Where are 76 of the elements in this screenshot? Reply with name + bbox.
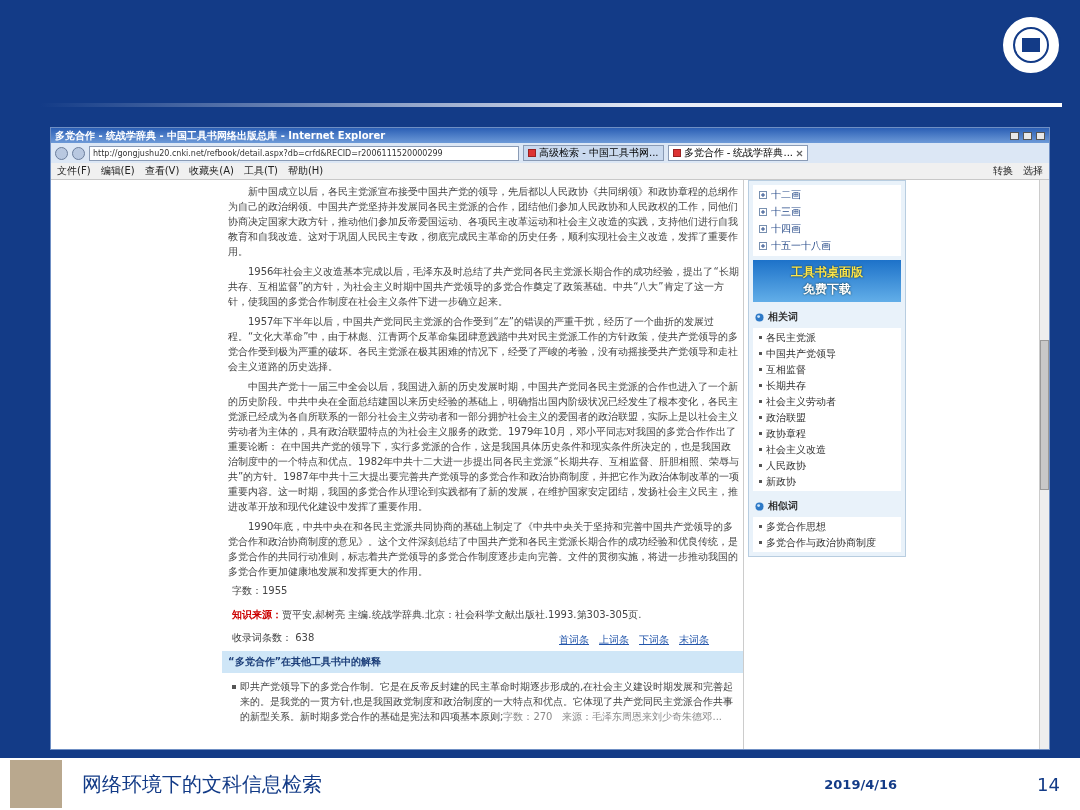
bullet-icon <box>759 368 762 371</box>
term-link[interactable]: 各民主党派 <box>766 331 816 344</box>
term-link[interactable]: 中国共产党领导 <box>766 347 836 360</box>
term-link[interactable]: 互相监督 <box>766 363 806 376</box>
term-link[interactable]: 社会主义劳动者 <box>766 395 836 408</box>
expand-icon[interactable] <box>759 191 767 199</box>
bullet-icon <box>759 464 762 467</box>
definition-text: 即共产党领导下的多党合作制。它是在反帝反封建的民主革命时期逐步形成的,在社会主义建设时期发展和完善起来的。是我党的一贯方针,也是我国政党制度和政治制度的一大特点和优点。它体现了共产党同民主党派合作共事的新型关系。新时期多党合作的基础是宪法和四项基本原则;字数：270 来源：毛泽东周恩来刘少奇朱德邓... <box>240 680 735 724</box>
bullet-icon <box>759 384 762 387</box>
browser-tab[interactable]: 多党合作 - 统战学辞典... <box>667 145 809 161</box>
tab-label: 多党合作 - 统战学辞典... <box>683 146 794 160</box>
bullet-icon <box>759 432 762 435</box>
stroke-item[interactable]: 十四画 <box>771 222 801 236</box>
stroke-item[interactable]: 十三画 <box>771 205 801 219</box>
source-line: 知识来源：贾平安,郝树亮 主编.统战学辞典.北京：社会科学文献出版社.1993.第303-305页. <box>232 608 643 622</box>
university-seal-logo <box>1000 14 1062 76</box>
nav-link[interactable]: 末词条 <box>679 634 709 645</box>
bullet-icon <box>759 480 762 483</box>
article-paragraph: 1956年社会主义改造基本完成以后，毛泽东及时总结了共产党同各民主党派长期合作的成功经验，提出了“长期共存、互相监督”的方针，为社会主义时期中国共产党领导的多党合作奠定了政策基础。中共“八大”肯定了这一方针，使我国的多党合作制度在社会主义条件下进一步确立起来。 <box>228 265 739 309</box>
nav-link[interactable]: 上词条 <box>599 634 629 645</box>
forward-icon[interactable] <box>72 146 85 160</box>
article-paragraph: 中国共产党十一届三中全会以后，我国进入新的历史发展时期，中国共产党同各民主党派的合作也进入了一个新的历史阶段。中共中央在全面总结建国以来历史经验的基础上，明确指出国内阶级状况已经发生了根本变化，各民主党派已经成为各自所联系的一部分社会主义劳动者和一部分拥护社会主义的爱国者的政治联盟，实际上是以社会主义劳动者为主体的，具有政治联盟特点的为社会主义服务的政党。1979年10月，邓小平同志对我国的多党合作作出了重要论断： 在中国共产党的领导下，实行多党派的合作，这是我国具体历史条件和现实条件所决定的，也是我国政治制度中的一个特点和优点。1982年中共十二大进一步提出同各民主党派“长期共存、互相监督、肝胆相照、荣辱与共”的方针。1987年中共十三大提出要完善共产党领导的多党合作和政治协商制度，并把它作为政治体制改革的一项重要内容。这一时期，我国的多党合作从理论到实践都有了新的发展，在维护国家安定团结，发扬社会主义民主，推进改革开放和现代化建设中发挥了重要作用。 <box>228 380 739 514</box>
stroke-item[interactable]: 十五一十八画 <box>771 239 831 253</box>
term-link[interactable]: 社会主义改造 <box>766 443 826 456</box>
term-link[interactable]: 多党合作与政治协商制度 <box>766 536 876 549</box>
section-header: “多党合作”在其他工具书中的解释 <box>222 651 743 673</box>
slide-title: 网络环境下的文科信息检索 <box>82 770 322 798</box>
scrollbar[interactable] <box>1039 180 1049 749</box>
bullet-icon <box>759 352 762 355</box>
expand-icon[interactable] <box>759 242 767 250</box>
bullet-icon <box>759 525 762 528</box>
term-link[interactable]: 新政协 <box>766 475 796 488</box>
expand-icon[interactable] <box>759 225 767 233</box>
menu-item[interactable]: 工具(T) <box>244 164 278 178</box>
browser-tab[interactable]: 高级检索 - 中国工具书网... <box>523 145 664 161</box>
menu-item[interactable]: 帮助(H) <box>287 164 324 178</box>
stroke-item[interactable]: 十二画 <box>771 188 801 202</box>
group-title: 相关词 <box>768 310 798 324</box>
nav-link[interactable]: 下词条 <box>639 634 669 645</box>
slide-date: 2019/4/16 <box>824 776 898 792</box>
page-icon <box>672 149 681 157</box>
bullet-icon <box>759 416 762 419</box>
page-icon <box>528 149 536 157</box>
entry-count: 收录词条数： 638 <box>232 630 315 645</box>
window-title: 多党合作 - 统战学辞典 - 中国工具书网络出版总库 - Internet Explorer <box>55 128 386 143</box>
photo-placeholder <box>10 760 62 808</box>
term-link[interactable]: 多党合作思想 <box>766 520 826 533</box>
menu-item[interactable]: 收藏夹(A) <box>189 164 234 178</box>
term-link[interactable]: 政治联盟 <box>766 411 806 424</box>
article-paragraph: 新中国成立以后，各民主党派宣布接受中国共产党的领导，先后都以人民政协《共同纲领》和政协章程的总纲作为自己的政治纲领。中国共产党坚持并发展同各民主党派的合作，团结他们参加人民政协和人民政权的工作，同他们协商决定国家大政方针，推动他们参加反帝爱国运动、各项民主改革运动和社会主义改造的实践，支持他们进行自我教育和自我改造。这对于巩固人民民主专政，彻底完成民主革命的历史任务，顺利实现社会主义改造，发挥了重要作用。 <box>228 185 739 259</box>
expand-icon[interactable] <box>759 208 767 216</box>
tab-label: 高级检索 - 中国工具书网... <box>539 146 659 160</box>
address-field[interactable]: http://gongjushu20.cnki.net/refbook/detail.aspx?db=crfd&RECID=r2006111520000299 <box>89 145 519 161</box>
bullet-icon <box>232 685 236 689</box>
globe-icon <box>755 501 764 511</box>
globe-icon <box>755 312 764 322</box>
toolbar-button[interactable]: 选择 <box>1023 164 1043 178</box>
word-count: 字数：1955 <box>232 584 289 598</box>
term-link[interactable]: 长期共存 <box>766 379 806 392</box>
menu-item[interactable]: 编辑(E) <box>100 164 135 178</box>
bullet-icon <box>759 400 762 403</box>
toolbar-button[interactable]: 转换 <box>993 164 1013 178</box>
bullet-icon <box>759 336 762 339</box>
menu-item[interactable]: 查看(V) <box>144 164 180 178</box>
bullet-icon <box>759 541 762 544</box>
menu-item[interactable]: 文件(F) <box>57 164 91 178</box>
group-title: 相似词 <box>768 499 798 513</box>
article-paragraph: 1990年底，中共中央在和各民主党派共同协商的基础上制定了《中共中央关于坚持和完善中国共产党领导的多党合作和政治协商制度的意见》。这个文件深刻总结了中国共产党和各民主党派长期合作的成功经验和优良传统，是多党合作的共同行动准则，标志着共产党领导的多党合作制度逐步走向完善。文件的贯彻实施，将进一步推动我国的多党合作更加健康地发展和发挥更大的作用。 <box>228 520 739 579</box>
back-icon[interactable] <box>55 146 68 160</box>
term-link[interactable]: 人民政协 <box>766 459 806 472</box>
scroll-thumb[interactable] <box>1040 340 1049 490</box>
nav-link[interactable]: 首词条 <box>559 634 589 645</box>
term-link[interactable]: 政协章程 <box>766 427 806 440</box>
article-paragraph: 1957年下半年以后，中国共产党同民主党派的合作受到“左”的错误的严重干扰，经历了一个曲折的发展过程。“文化大革命”中，由于林彪、江青两个反革命集团肆意践踏中共对民主党派工作的方针政策，使共产党领导的多党合作受到极为严重的破坏。各民主党派在极其困难的情况下，经受了严峻的考验，没有动摇接受共产党领导和走社会主义道路的历史选择。 <box>228 315 739 374</box>
page-number: 14 <box>1037 773 1060 795</box>
bullet-icon <box>759 448 762 451</box>
